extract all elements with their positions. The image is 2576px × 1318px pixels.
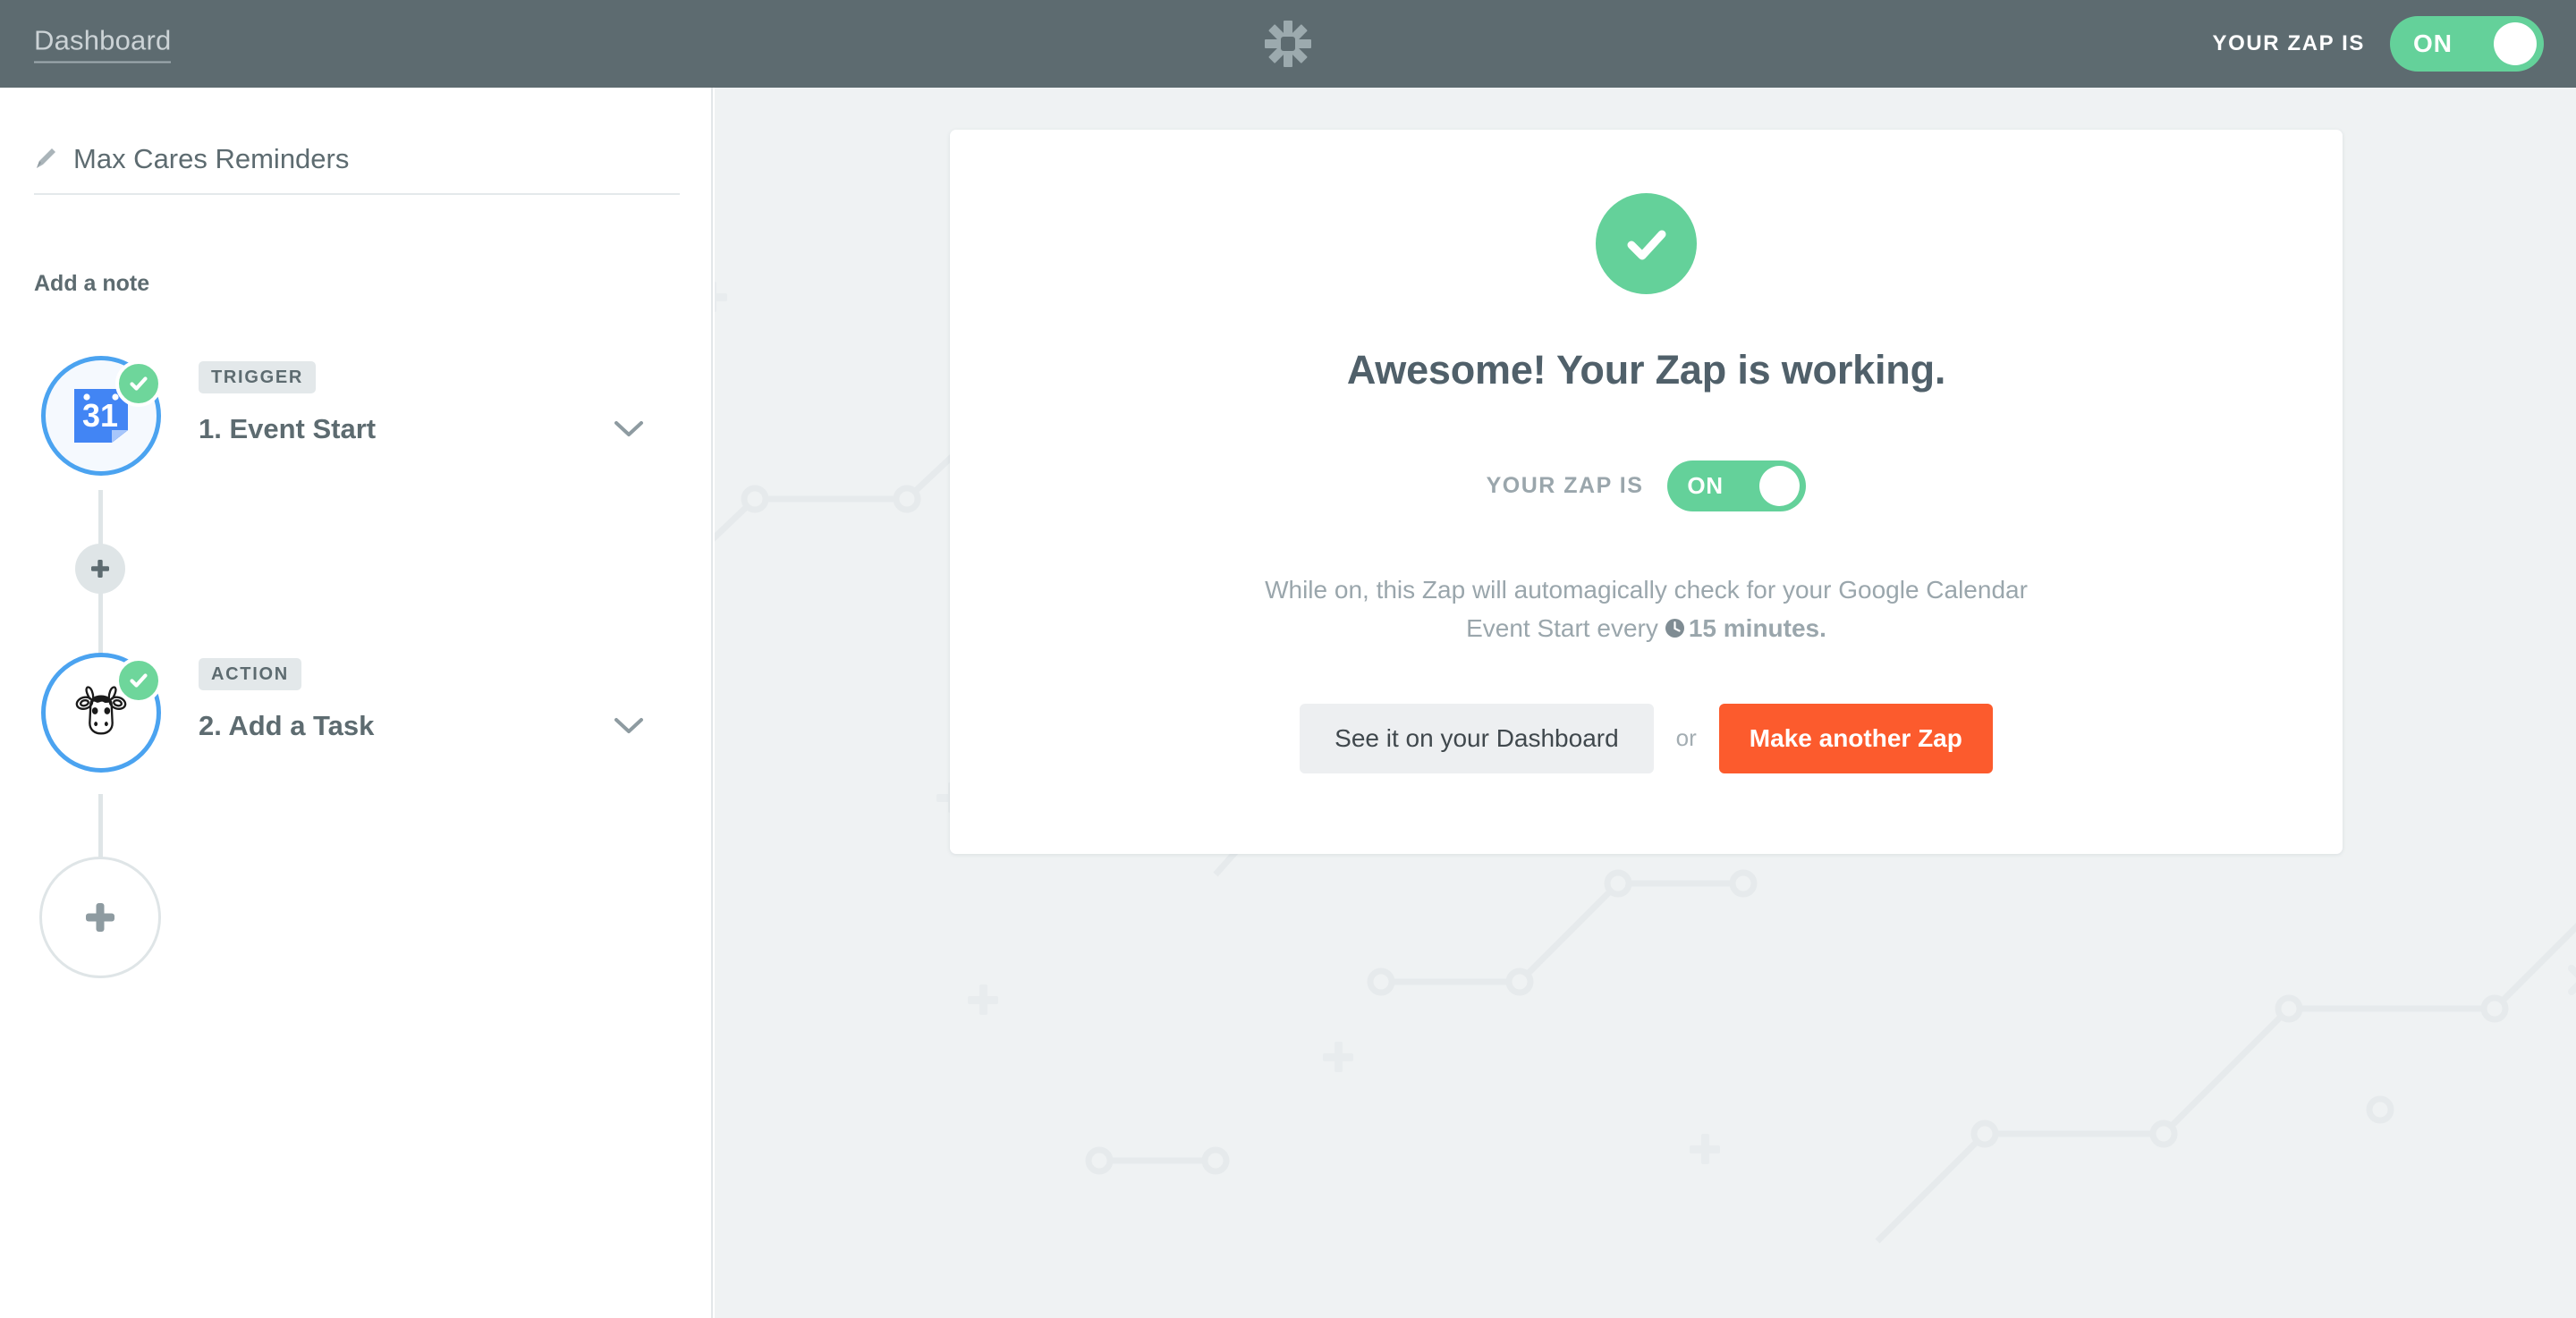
zap-state-label-card: YOUR ZAP IS: [1486, 473, 1644, 498]
make-another-zap-button[interactable]: Make another Zap: [1718, 703, 1993, 773]
step-header-row-action[interactable]: 2. Add a Task: [199, 710, 655, 742]
zap-success-card: Awesome! Your Zap is working. YOUR ZAP I…: [950, 130, 2343, 854]
zap-toggle-value-topbar: ON: [2413, 30, 2453, 57]
step-header-row-trigger[interactable]: 1. Event Start: [199, 413, 655, 445]
dashboard-link[interactable]: Dashboard: [34, 25, 172, 63]
success-headline: Awesome! Your Zap is working.: [1346, 347, 1946, 393]
success-check-icon: [1596, 193, 1697, 294]
button-separator-label: or: [1675, 724, 1697, 752]
step-status-check-icon: [115, 360, 162, 407]
add-step-button[interactable]: [39, 857, 161, 978]
toggle-knob: [1759, 466, 1801, 506]
step-app-icon-button-trigger[interactable]: 31: [41, 356, 162, 476]
step-app-icon-button-action[interactable]: [41, 653, 162, 773]
step-kind-chip-trigger: TRIGGER: [199, 361, 317, 393]
see-on-dashboard-button[interactable]: See it on your Dashboard: [1300, 703, 1654, 773]
step-title-action: 2. Add a Task: [199, 710, 375, 741]
topbar-left-group: Dashboard: [34, 25, 172, 63]
card-action-buttons: See it on your Dashboard or Make another…: [1300, 703, 1993, 773]
step-title-trigger: 1. Event Start: [199, 413, 377, 444]
svg-text:31: 31: [82, 397, 118, 434]
plus-icon: [86, 903, 114, 932]
step-body-action: ACTION 2. Add a Task: [199, 658, 655, 742]
clock-icon: [1664, 612, 1686, 638]
zap-enable-toggle-topbar[interactable]: ON: [2390, 16, 2544, 72]
schedule-description-text: While on, this Zap will automagically ch…: [1265, 576, 2028, 643]
zap-editor-canvas: Awesome! Your Zap is working. YOUR ZAP I…: [715, 88, 2576, 1318]
zap-schedule-description: While on, this Zap will automagically ch…: [1262, 570, 2031, 648]
zap-editor-sidebar: Max Cares Reminders Add a note 31 TRIGGE…: [0, 88, 713, 1318]
step-body-trigger: TRIGGER 1. Event Start: [199, 361, 655, 445]
insert-step-button[interactable]: [75, 544, 125, 594]
zap-steps-list: 31 TRIGGER 1. Event Start ACTION 2. Add …: [0, 88, 713, 1318]
step-kind-chip-action: ACTION: [199, 658, 301, 690]
card-toggle-row: YOUR ZAP IS ON: [1487, 460, 1807, 511]
chevron-down-icon[interactable]: [614, 717, 644, 735]
plus-icon: [91, 560, 109, 578]
zap-enable-toggle-card[interactable]: ON: [1667, 460, 1807, 511]
chevron-down-icon[interactable]: [614, 420, 644, 438]
top-navigation-bar: Dashboard YOUR ZAP IS ON: [0, 0, 2576, 88]
schedule-interval: 15 minutes.: [1688, 614, 1826, 643]
toggle-knob: [2494, 22, 2537, 65]
zap-state-label: YOUR ZAP IS: [2212, 31, 2365, 55]
step-status-check-icon: [115, 657, 162, 704]
topbar-right-group: YOUR ZAP IS ON: [2212, 16, 2544, 72]
zap-toggle-value-card: ON: [1687, 472, 1724, 499]
zapier-asterisk-icon[interactable]: [1263, 19, 1313, 69]
